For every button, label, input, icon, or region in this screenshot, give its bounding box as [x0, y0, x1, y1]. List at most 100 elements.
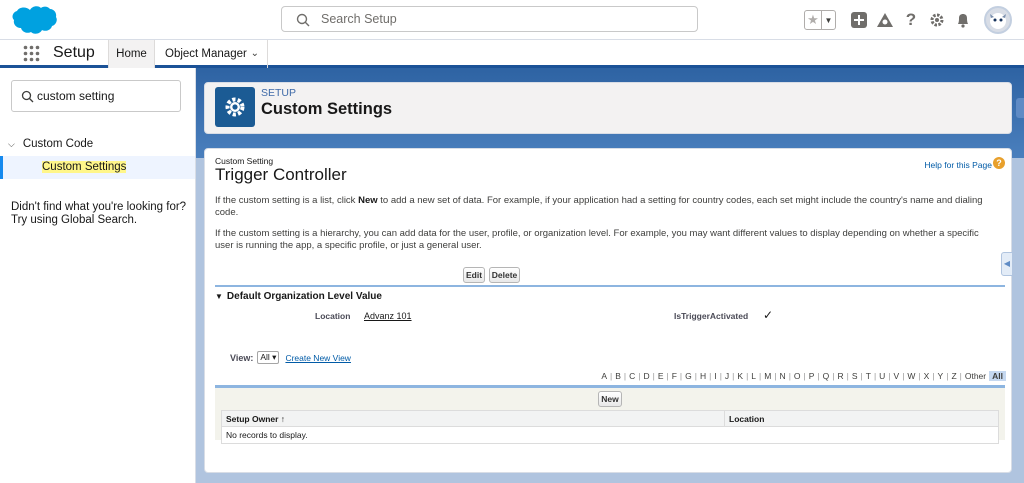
alpha-filter-j[interactable]: J: [725, 371, 729, 381]
setup-sidebar: custom setting ⌵ Custom Code Custom Sett…: [0, 68, 196, 483]
alpha-filter-y[interactable]: Y: [938, 371, 944, 381]
alpha-filter-s[interactable]: S: [852, 371, 858, 381]
alpha-separator: |: [719, 371, 722, 381]
star-icon: ★: [805, 11, 822, 29]
quick-find-input[interactable]: custom setting: [11, 80, 181, 112]
favorites-button[interactable]: ★ ▼: [804, 10, 836, 30]
tab-home[interactable]: Home: [108, 40, 155, 68]
alpha-separator: |: [832, 371, 835, 381]
alpha-filter-o[interactable]: O: [794, 371, 801, 381]
help-link[interactable]: Help for this Page: [924, 160, 992, 170]
global-search-input[interactable]: Search Setup: [281, 6, 698, 32]
checkmark-icon: ✓: [763, 308, 774, 322]
alpha-filter-a[interactable]: A: [601, 371, 607, 381]
alpha-filter-all[interactable]: All: [989, 371, 1006, 381]
header-actions: ★ ▼ ?: [804, 6, 1012, 34]
alpha-filter-d[interactable]: D: [643, 371, 649, 381]
delete-button[interactable]: Delete: [489, 267, 520, 283]
alpha-separator: |: [652, 371, 655, 381]
column-header-location[interactable]: Location: [725, 411, 764, 426]
triangle-down-icon[interactable]: ▼: [215, 292, 223, 301]
alpha-separator: |: [860, 371, 863, 381]
alpha-separator: |: [623, 371, 627, 381]
tab-object-manager[interactable]: Object Manager ⌄: [155, 40, 268, 68]
alpha-separator: |: [666, 371, 669, 381]
help-icon[interactable]: ?: [993, 157, 1005, 169]
app-launcher-icon[interactable]: [23, 45, 40, 62]
alpha-filter-other[interactable]: Other: [965, 371, 986, 381]
alpha-filter-x[interactable]: X: [924, 371, 930, 381]
alpha-filter-q[interactable]: Q: [823, 371, 830, 381]
edit-button[interactable]: Edit: [463, 267, 485, 283]
create-new-view-link[interactable]: Create New View: [285, 353, 351, 363]
alphabet-filter: A | B | C | D | E | F | G | H | I | J | K | L | M | N | O | P | Q | R | S | T |…: [601, 371, 1006, 381]
is-trigger-activated-label: IsTriggerActivated: [674, 311, 749, 321]
record-name: Trigger Controller: [215, 165, 347, 184]
alpha-filter-c[interactable]: C: [629, 371, 635, 381]
page-header: SETUP Custom Settings: [204, 82, 1012, 134]
bell-icon[interactable]: [954, 11, 972, 29]
alpha-filter-l[interactable]: L: [751, 371, 756, 381]
gear-icon: [215, 87, 255, 127]
alpha-separator: |: [746, 371, 749, 381]
tree-item-custom-settings[interactable]: Custom Settings: [0, 156, 195, 179]
empty-table-message: No records to display.: [226, 430, 308, 440]
page-title: Custom Settings: [261, 100, 393, 118]
gear-icon[interactable]: [928, 11, 946, 29]
alpha-filter-f[interactable]: F: [672, 371, 677, 381]
alpha-separator: |: [788, 371, 791, 381]
chevron-down-icon[interactable]: ⌄: [251, 40, 259, 68]
alpha-filter-e[interactable]: E: [658, 371, 664, 381]
tab-object-manager-label: Object Manager: [165, 48, 247, 60]
alpha-separator: |: [694, 371, 697, 381]
global-create-icon[interactable]: [850, 11, 868, 29]
new-button[interactable]: New: [598, 391, 622, 407]
alpha-filter-p[interactable]: P: [809, 371, 815, 381]
location-label: Location: [315, 311, 351, 321]
help-icon[interactable]: ?: [902, 10, 920, 29]
related-list: New Setup Owner ↑ Location No records to…: [215, 385, 1005, 444]
alpha-filter-n[interactable]: N: [780, 371, 786, 381]
collapse-handle-icon[interactable]: ◀: [1001, 252, 1013, 276]
alpha-filter-r[interactable]: R: [837, 371, 843, 381]
global-header: Search Setup ★ ▼ ?: [0, 0, 1024, 40]
alpha-separator: |: [946, 371, 949, 381]
alpha-filter-k[interactable]: K: [737, 371, 743, 381]
alpha-filter-i[interactable]: I: [714, 371, 716, 381]
view-select-value: All: [260, 352, 270, 362]
alpha-filter-t[interactable]: T: [866, 371, 871, 381]
alpha-filter-h[interactable]: H: [700, 371, 706, 381]
column-header-setup-owner[interactable]: Setup Owner ↑: [222, 411, 725, 426]
alpha-filter-z[interactable]: Z: [951, 371, 956, 381]
location-value[interactable]: Advanz 101: [364, 311, 412, 321]
hierarchy-description: If the custom setting is a hierarchy, yo…: [215, 228, 979, 251]
search-icon: [296, 13, 310, 27]
chevron-down-icon[interactable]: ⌵: [8, 139, 15, 150]
alpha-separator: |: [888, 371, 891, 381]
section-title: Default Organization Level Value: [226, 291, 382, 302]
alpha-separator: |: [918, 371, 921, 381]
custom-setting-detail: Custom Setting Trigger Controller Help f…: [204, 148, 1013, 473]
alpha-separator: |: [759, 371, 762, 381]
view-select[interactable]: All ▾: [257, 351, 280, 364]
alpha-separator: |: [846, 371, 849, 381]
alpha-filter-v[interactable]: V: [894, 371, 900, 381]
alpha-separator: |: [803, 371, 806, 381]
not-found-hint: Didn't find what you're looking for? Try…: [11, 201, 187, 226]
section-default-org-value[interactable]: ▼ Default Organization Level Value: [215, 285, 1005, 302]
alpha-filter-w[interactable]: W: [907, 371, 915, 381]
panel-toggle-handle[interactable]: [1016, 98, 1024, 118]
alpha-separator: |: [638, 371, 641, 381]
alpha-separator: |: [817, 371, 820, 381]
alpha-filter-b[interactable]: B: [615, 371, 621, 381]
alpha-filter-u[interactable]: U: [879, 371, 885, 381]
tree-node-custom-code[interactable]: ⌵ Custom Code: [8, 138, 93, 150]
alpha-filter-g[interactable]: G: [685, 371, 692, 381]
salesforce-logo[interactable]: [10, 4, 58, 36]
chevron-down-icon[interactable]: ▼: [822, 16, 835, 25]
alpha-separator: |: [774, 371, 777, 381]
avatar[interactable]: [984, 6, 1012, 34]
trailhead-icon[interactable]: [876, 11, 894, 29]
alpha-filter-m[interactable]: M: [764, 371, 771, 381]
search-icon: [21, 90, 34, 103]
